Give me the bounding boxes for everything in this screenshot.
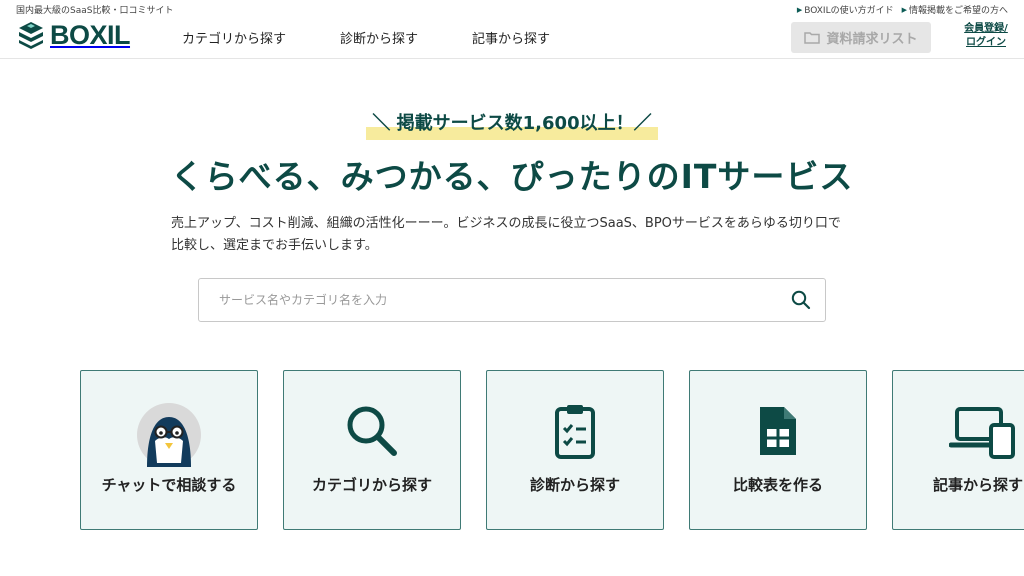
card-chat-consult[interactable]: チャットで相談する [80, 370, 258, 530]
folder-icon [804, 32, 821, 44]
card-diagnosis-search-label: 診断から探す [529, 476, 620, 494]
card-diagnosis-search[interactable]: 診断から探す [486, 370, 664, 530]
spreadsheet-file-icon [760, 407, 796, 455]
hero-description-line1: 売上アップ、コスト削減、組織の活性化ーーー。ビジネスの成長に役立つSaaS、BP… [171, 216, 841, 231]
card-category-search[interactable]: カテゴリから探す [283, 370, 461, 530]
signup-label: 会員登録/ [964, 23, 1008, 34]
hero-description-line2: 比較し、選定までお手伝いします。 [171, 238, 378, 253]
header-divider [0, 58, 1024, 59]
nav-diagnosis-search[interactable]: 診断から探す [340, 28, 418, 47]
feature-cards: チャットで相談する カテゴリから探す 診断から探す 比較表を作る 記事から探す [80, 370, 1024, 530]
card-article-search-label: 記事から探す [933, 476, 1024, 494]
logo-text: BOXIL [50, 19, 131, 50]
penguin-avatar-icon [137, 403, 201, 467]
document-request-list-button[interactable]: 資料請求リスト [791, 22, 931, 53]
service-search-box [198, 278, 826, 322]
magnifier-icon [347, 406, 397, 456]
triangle-icon: ▶ [796, 5, 803, 14]
service-count-badge: ＼ 掲載サービス数1,600以上！／ [366, 110, 658, 140]
document-request-list-label: 資料請求リスト [826, 32, 918, 47]
nav-article-search[interactable]: 記事から探す [472, 28, 550, 47]
devices-icon [949, 407, 1015, 459]
triangle-icon: ▶ [901, 5, 907, 14]
top-utility-links: ▶ BOXILの使い方ガイド ▶ 情報掲載をご希望の方へ [796, 3, 1008, 17]
guide-link[interactable]: ▶ BOXILの使い方ガイド [796, 3, 894, 17]
boxil-logo-icon [19, 22, 43, 49]
login-label: ログイン [966, 37, 1006, 48]
hero-title: くらべる、みつかる、ぴったりのITサービス [170, 157, 854, 196]
search-input[interactable] [219, 279, 779, 321]
site-tagline: 国内最大級のSaaS比較・口コミサイト [16, 6, 174, 16]
hero-description: 売上アップ、コスト削減、組織の活性化ーーー。ビジネスの成長に役立つSaaS、BP… [171, 213, 871, 257]
card-article-search[interactable]: 記事から探す [892, 370, 1024, 530]
signup-login-link[interactable]: 会員登録/ ログイン [958, 22, 1014, 50]
listing-inquiry-link-label: 情報掲載をご希望の方へ [908, 6, 1008, 16]
guide-link-label: BOXILの使い方ガイド [804, 6, 894, 16]
card-comparison-table[interactable]: 比較表を作る [689, 370, 867, 530]
listing-inquiry-link[interactable]: ▶ 情報掲載をご希望の方へ [901, 3, 1008, 17]
card-comparison-table-label: 比較表を作る [732, 476, 823, 494]
global-nav: カテゴリから探す 診断から探す 記事から探す [182, 28, 550, 47]
nav-category-search[interactable]: カテゴリから探す [182, 28, 286, 47]
search-icon[interactable] [791, 290, 811, 310]
clipboard-checklist-icon [555, 405, 595, 459]
card-category-search-label: カテゴリから探す [311, 476, 432, 494]
card-chat-consult-label: チャットで相談する [101, 476, 237, 494]
boxil-logo[interactable]: BOXIL [16, 19, 131, 50]
